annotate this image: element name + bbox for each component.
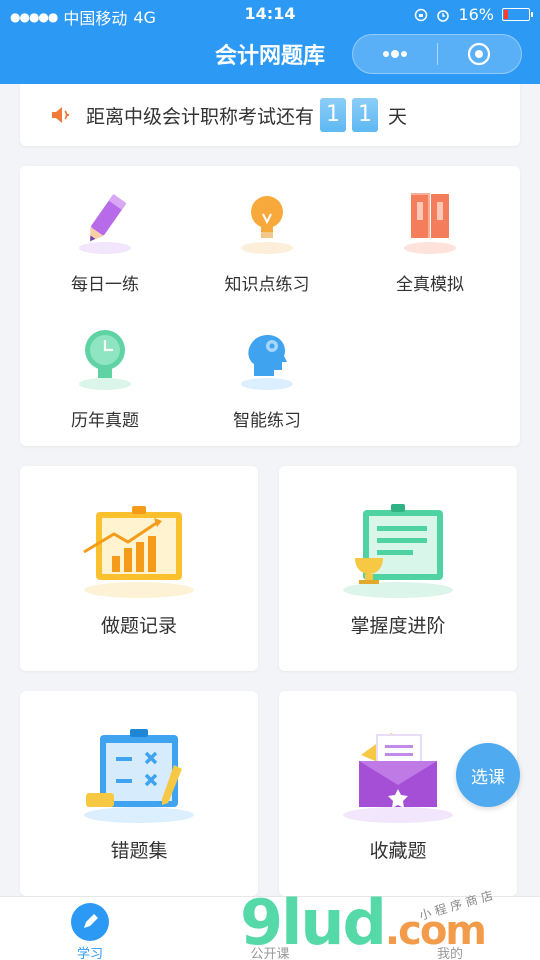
close-target-icon (468, 42, 491, 66)
practice-menu: 每日一练 知识点练习 全真模拟 历年真题 智能练习 (20, 166, 520, 446)
menu-item-label: 知识点练习 (224, 275, 310, 295)
select-course-button[interactable]: 选课 (456, 743, 520, 807)
menu-item-simulation[interactable]: 全真模拟 (360, 188, 500, 295)
tile-wrong-answers[interactable]: 错题集 (20, 691, 258, 896)
brain-icon (232, 324, 302, 394)
study-pencil-icon (71, 903, 109, 941)
book-icon (395, 188, 465, 258)
countdown-digit: 1 (352, 98, 379, 132)
top-bar: ●●●●● 中国移动 4G 14:14 16% 会计网题库 (0, 0, 540, 84)
countdown-text: 距离中级会计职称考试还有 (86, 105, 315, 128)
tile-label: 掌握度进阶 (350, 615, 446, 637)
menu-item-daily[interactable]: 每日一练 (35, 188, 175, 295)
chart-board-icon (74, 500, 204, 600)
clock-icon (70, 324, 140, 394)
tab-study[interactable]: 学习 (30, 903, 150, 960)
pencil-icon (70, 188, 140, 258)
rotation-lock-icon (415, 8, 428, 21)
speaker-icon (52, 107, 70, 123)
menu-item-knowledge[interactable]: 知识点练习 (197, 188, 337, 295)
exam-countdown: 距离中级会计职称考试还有 1 1 天 (20, 84, 520, 146)
menu-item-smart[interactable]: 智能练习 (197, 324, 337, 431)
menu-item-label: 历年真题 (71, 411, 139, 431)
envelope-star-icon (333, 725, 463, 825)
battery-percent: 16% (458, 5, 494, 24)
lightbulb-icon (232, 188, 302, 258)
more-button[interactable] (353, 35, 437, 73)
battery-icon (502, 8, 533, 21)
menu-item-label: 智能练习 (233, 411, 301, 431)
close-button[interactable] (438, 35, 522, 73)
status-bar: ●●●●● 中国移动 4G 14:14 16% (0, 0, 540, 28)
more-icon (382, 50, 407, 58)
watermark-main: 9lud (240, 886, 387, 959)
countdown-digit: 1 (320, 98, 347, 132)
menu-item-past-exams[interactable]: 历年真题 (35, 324, 175, 431)
tile-label: 收藏题 (369, 840, 427, 862)
tile-label: 错题集 (110, 840, 168, 862)
menu-item-label: 每日一练 (71, 275, 139, 295)
menu-item-label: 全真模拟 (396, 275, 464, 295)
mini-program-capsule (352, 34, 522, 74)
wrong-answers-icon (74, 725, 204, 825)
tile-label: 做题记录 (100, 615, 177, 637)
tab-label: 学习 (76, 947, 103, 960)
trophy-board-icon (333, 500, 463, 600)
tile-mastery[interactable]: 掌握度进阶 (279, 466, 517, 671)
countdown-unit: 天 (388, 105, 408, 128)
watermark: 9lud.com (240, 886, 487, 959)
tile-practice-record[interactable]: 做题记录 (20, 466, 258, 671)
alarm-icon (437, 9, 450, 22)
